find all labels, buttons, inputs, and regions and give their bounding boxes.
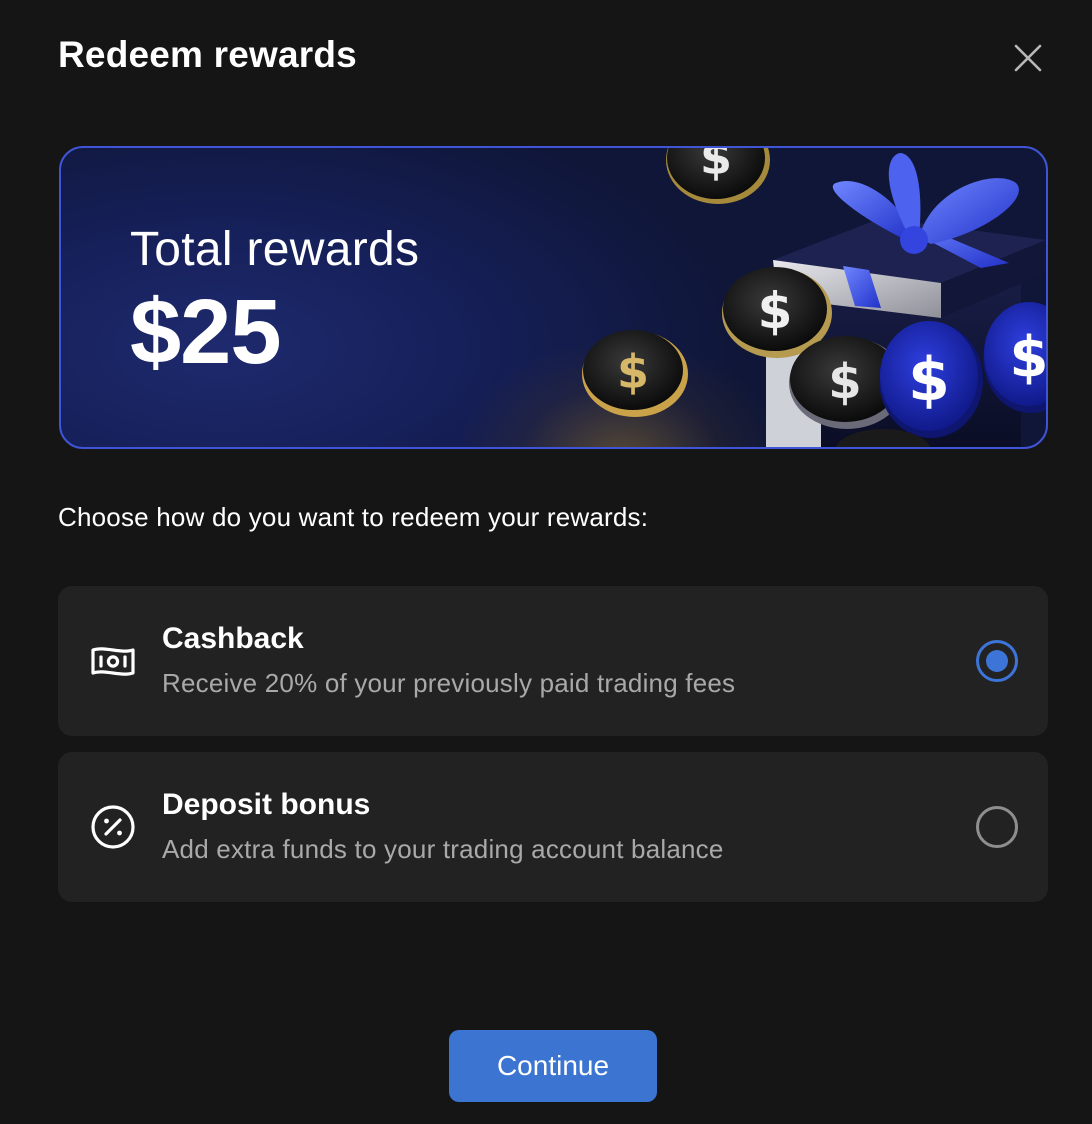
- option-title: Cashback: [162, 622, 304, 655]
- option-deposit-bonus[interactable]: Deposit bonus Add extra funds to your tr…: [58, 752, 1048, 902]
- deposit-bonus-radio[interactable]: [976, 806, 1018, 848]
- total-rewards-banner: $ $ $ $ $ $ Total rewards $25: [59, 146, 1048, 449]
- svg-text:$: $: [828, 354, 861, 410]
- banknote-icon: [91, 647, 135, 676]
- dialog-title: Redeem rewards: [58, 34, 357, 75]
- svg-text:$: $: [617, 345, 649, 399]
- svg-text:$: $: [700, 148, 732, 185]
- close-button[interactable]: [1008, 38, 1048, 78]
- total-rewards-label: Total rewards: [130, 223, 420, 276]
- redeem-prompt: Choose how do you want to redeem your re…: [58, 502, 649, 532]
- option-title: Deposit bonus: [162, 788, 371, 821]
- redeem-rewards-dialog: Redeem rewards $ $ $ $ $ $ Total rewards…: [0, 0, 1092, 1124]
- cashback-radio[interactable]: [976, 640, 1018, 682]
- total-rewards-amount: $25: [130, 281, 281, 383]
- svg-text:$: $: [1010, 325, 1048, 390]
- option-description: Add extra funds to your trading account …: [162, 834, 724, 864]
- option-cashback[interactable]: Cashback Receive 20% of your previously …: [58, 586, 1048, 736]
- option-description: Receive 20% of your previously paid trad…: [162, 668, 736, 698]
- continue-button[interactable]: Continue: [449, 1030, 657, 1102]
- svg-text:$: $: [908, 345, 950, 415]
- close-icon: [1014, 44, 1042, 72]
- percent-circle-icon: [91, 805, 135, 849]
- svg-text:$: $: [758, 282, 793, 340]
- radio-selected-dot: [986, 650, 1008, 672]
